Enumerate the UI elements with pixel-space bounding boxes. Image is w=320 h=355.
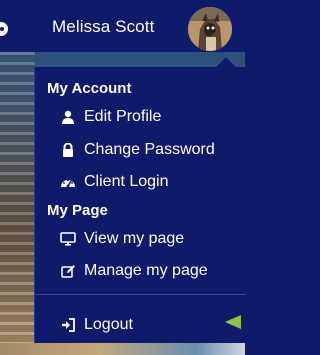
sign-out-icon — [59, 316, 77, 334]
logout-link[interactable]: Logout — [59, 313, 133, 337]
edit-icon — [59, 262, 77, 280]
manage-my-page-link[interactable]: Manage my page — [59, 259, 208, 283]
manage-my-page-label: Manage my page — [84, 262, 208, 279]
dashboard-icon — [59, 173, 77, 191]
dropdown-caret — [216, 57, 236, 67]
partial-nav-icon[interactable] — [0, 22, 8, 36]
user-dropdown-menu: My Account Edit Profile Change Password … — [34, 67, 246, 343]
section-heading-my-account: My Account — [47, 80, 132, 97]
view-my-page-link[interactable]: View my page — [59, 227, 184, 251]
edit-profile-link[interactable]: Edit Profile — [59, 105, 161, 129]
user-icon — [59, 108, 77, 126]
user-menu-toggle[interactable]: Melissa Scott — [52, 17, 154, 37]
client-login-label: Client Login — [84, 173, 169, 190]
client-login-link[interactable]: Client Login — [59, 170, 169, 194]
avatar-image — [188, 7, 232, 51]
section-heading-my-page: My Page — [47, 202, 108, 219]
desktop-icon — [59, 230, 77, 248]
top-navigation-bar: Melissa Scott — [0, 0, 245, 52]
lock-icon — [59, 141, 77, 159]
view-my-page-label: View my page — [84, 230, 185, 247]
annotation-arrow-icon — [225, 315, 241, 329]
avatar[interactable] — [188, 7, 232, 51]
background-photo-bottom — [0, 343, 245, 355]
change-password-label: Change Password — [84, 141, 215, 158]
logout-label: Logout — [84, 316, 133, 333]
edit-profile-label: Edit Profile — [84, 108, 162, 125]
background-photo-left — [0, 52, 35, 355]
change-password-link[interactable]: Change Password — [59, 138, 215, 162]
menu-divider — [35, 294, 246, 295]
